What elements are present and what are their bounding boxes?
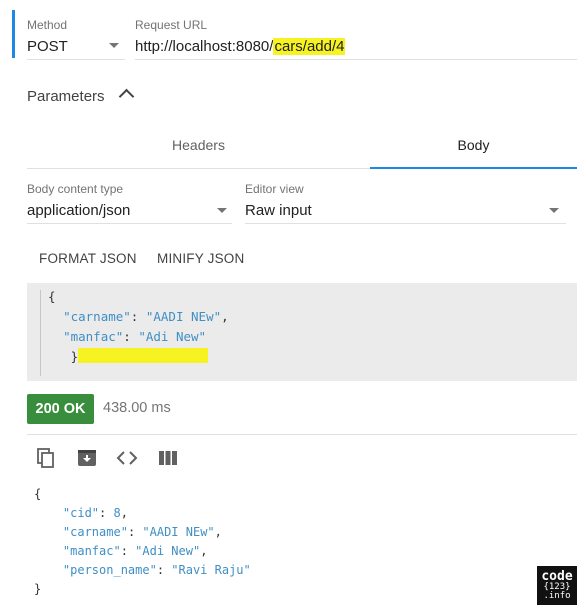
watermark-logo: code {123} .info (537, 566, 577, 605)
url-highlighted-path: cars/add/4 (273, 38, 346, 55)
json-comma: , (200, 544, 208, 558)
url-label: Request URL (135, 18, 208, 32)
json-value: "Ravi Raju" (171, 563, 251, 577)
url-underline (135, 59, 577, 60)
method-label: Method (27, 18, 68, 32)
parameters-toggle[interactable]: Parameters (27, 88, 105, 105)
brace-open: { (48, 289, 56, 304)
url-prefix: http://localhost:8080/ (135, 38, 274, 55)
json-sep: : (127, 525, 143, 539)
content-type-select[interactable]: application/json (27, 202, 130, 219)
brace-open: { (34, 487, 42, 501)
columns-icon[interactable] (156, 446, 180, 470)
method-select[interactable]: POST (27, 38, 68, 55)
json-key: "cid" (62, 506, 100, 520)
json-value: "AADI NEw" (142, 525, 215, 539)
content-type-underline (27, 223, 232, 224)
active-tab-indicator (370, 167, 577, 169)
json-value: "Adi New" (138, 329, 207, 344)
copy-icon[interactable] (34, 446, 58, 470)
content-type-label: Body content type (27, 182, 124, 196)
caret-down-icon[interactable] (109, 43, 119, 48)
json-key: "manfac" (62, 544, 121, 558)
brace-close: } (70, 349, 79, 364)
json-comma: , (120, 506, 128, 520)
json-comma: , (214, 525, 222, 539)
editor-view-select[interactable]: Raw input (245, 202, 312, 219)
active-field-indicator (12, 10, 15, 58)
response-divider (27, 434, 577, 435)
json-value: 8 (113, 506, 121, 520)
tab-headers[interactable]: Headers (27, 122, 370, 168)
chevron-up-icon[interactable] (118, 88, 135, 105)
caret-down-icon[interactable] (217, 208, 227, 213)
caret-down-icon[interactable] (549, 208, 559, 213)
request-panel: Method POST Request URL http://localhost… (12, 0, 577, 605)
code-icon[interactable] (115, 446, 139, 470)
json-key: "person_name" (62, 563, 157, 577)
editor-view-underline (245, 223, 566, 224)
json-key: "manfac" (63, 329, 124, 344)
watermark-line3: .info (543, 591, 571, 601)
minify-json-button[interactable]: MINIFY JSON (157, 246, 244, 270)
archive-icon[interactable] (75, 446, 99, 470)
editor-view-label: Editor view (245, 182, 304, 196)
tab-body[interactable]: Body (370, 122, 577, 168)
method-underline (27, 59, 125, 60)
format-json-button[interactable]: FORMAT JSON (39, 246, 137, 270)
json-key: "carname" (62, 525, 128, 539)
json-sep: : (99, 506, 114, 520)
json-sep: : (130, 309, 146, 324)
status-badge: 200 OK (27, 394, 94, 424)
url-input[interactable]: http://localhost:8080/cars/add/4 (135, 38, 346, 55)
rest-client-window: Method POST Request URL http://localhost… (0, 0, 577, 605)
editor-gutter-line (40, 290, 41, 376)
json-value: "AADI NEw" (145, 309, 222, 324)
json-sep: : (123, 329, 139, 344)
json-key: "carname" (63, 309, 131, 324)
brace-close: } (34, 582, 42, 596)
json-comma: , (221, 309, 229, 324)
json-sep: : (156, 563, 172, 577)
response-time: 438.00 ms (103, 400, 171, 416)
request-body-code[interactable]: { "carname": "AADI NEw", "manfac": "Adi … (48, 287, 229, 367)
response-body-code: { "cid": 8, "carname": "AADI NEw", "manf… (34, 485, 251, 599)
json-sep: : (120, 544, 136, 558)
json-value: "Adi New" (135, 544, 201, 558)
